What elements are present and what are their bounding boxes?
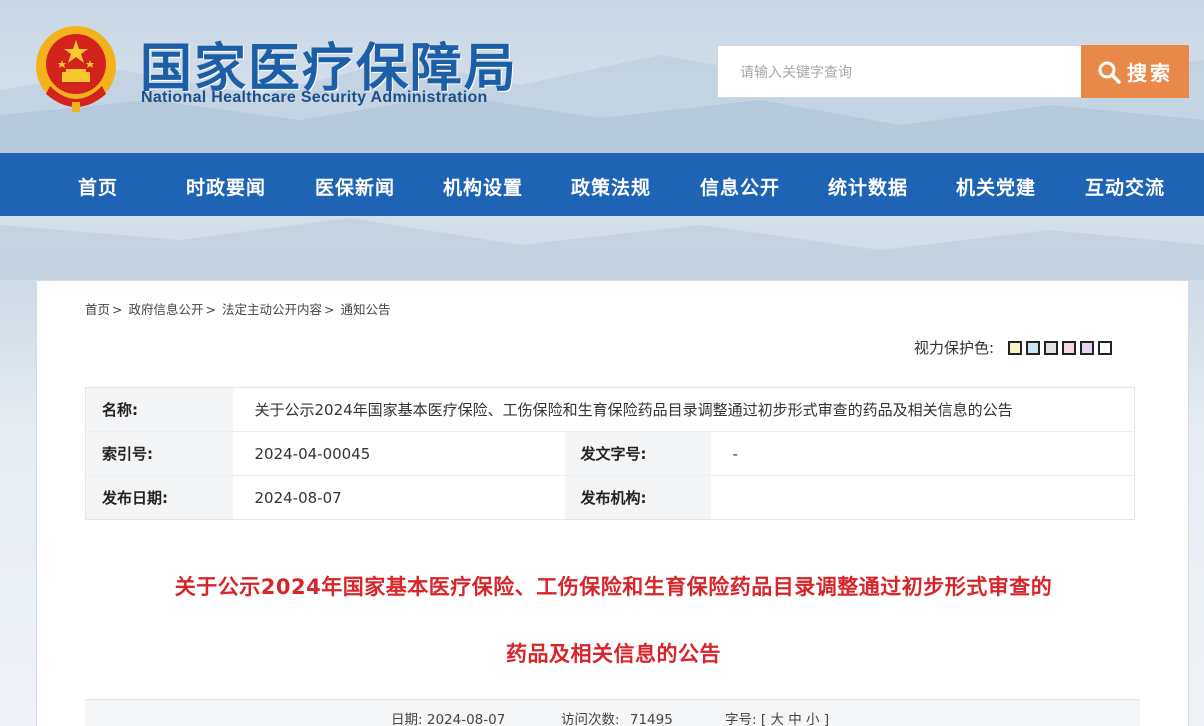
breadcrumb-separator: > <box>112 302 123 317</box>
site-subtitle: National Healthcare Security Administrat… <box>141 89 488 106</box>
swatch-blue[interactable] <box>1026 340 1041 355</box>
document-meta-table: 名称: 关于公示2024年国家基本医疗保险、工伤保险和生育保险药品目录调整通过初… <box>85 387 1135 520</box>
search-icon <box>1098 61 1121 84</box>
nav-item-statistics[interactable]: 统计数据 <box>828 173 908 200</box>
info-visits-value: 71495 <box>629 712 673 726</box>
meta-index-value: 2024-04-00045 <box>232 431 565 476</box>
swatch-gray[interactable] <box>1044 340 1059 355</box>
eye-protect-colors: 视力保护色: <box>914 337 1113 358</box>
breadcrumb-notices[interactable]: 通知公告 <box>340 302 390 317</box>
nav-item-organization[interactable]: 机构设置 <box>443 173 523 200</box>
font-size-medium[interactable]: 中 <box>788 712 802 726</box>
breadcrumb-separator: > <box>205 302 216 317</box>
breadcrumb-separator: > <box>323 302 335 317</box>
nav-item-news[interactable]: 医保新闻 <box>315 173 395 200</box>
info-date-value: 2024-08-07 <box>426 712 506 726</box>
national-emblem-icon <box>36 26 116 112</box>
search-input[interactable]: 请输入关键字查询 <box>717 45 1082 98</box>
meta-name-value: 关于公示2024年国家基本医疗保险、工伤保险和生育保险药品目录调整通过初步形式审… <box>232 387 1135 432</box>
info-font-size: 字号: [ 大 中 小 ] <box>725 708 829 726</box>
article-info-bar: 日期: 2024-08-07 访问次数: 71495 字号: [ 大 中 小 ] <box>85 699 1140 726</box>
font-size-bracket-close: ] <box>823 712 830 726</box>
swatch-white[interactable] <box>1098 340 1113 355</box>
swatch-pink[interactable] <box>1062 340 1077 355</box>
search-placeholder: 请输入关键字查询 <box>740 64 852 81</box>
font-size-large[interactable]: 大 <box>770 712 784 726</box>
nav-item-politics[interactable]: 时政要闻 <box>186 173 266 200</box>
content-panel: 首页 > 政府信息公开 > 法定主动公开内容 > 通知公告 视力保护色: 名称: 关于… <box>36 280 1189 726</box>
breadcrumb: 首页 > 政府信息公开 > 法定主动公开内容 > 通知公告 <box>85 299 390 318</box>
search-button-label: 搜索 <box>1127 61 1173 85</box>
font-size-small[interactable]: 小 <box>806 712 820 726</box>
breadcrumb-disclosure[interactable]: 政府信息公开 <box>128 302 203 317</box>
article-title-line2: 药品及相关信息的公告 <box>506 642 721 666</box>
site-header: 国家医疗保障局 National Healthcare Security Adm… <box>0 0 1204 153</box>
nav-item-interaction[interactable]: 互动交流 <box>1085 173 1165 200</box>
swatch-yellow[interactable] <box>1008 340 1023 355</box>
info-visits: 访问次数: 71495 <box>561 708 673 726</box>
meta-name-label: 名称: <box>85 387 233 432</box>
info-visits-label: 访问次数: <box>561 712 620 726</box>
meta-row-name: 名称: 关于公示2024年国家基本医疗保险、工伤保险和生育保险药品目录调整通过初… <box>85 387 1135 432</box>
meta-docno-label: 发文字号: <box>564 431 711 476</box>
meta-row-index: 索引号: 2024-04-00045 发文字号: - <box>85 431 1135 476</box>
meta-index-label: 索引号: <box>85 431 233 476</box>
breadcrumb-statutory[interactable]: 法定主动公开内容 <box>222 302 322 317</box>
breadcrumb-home[interactable]: 首页 <box>85 302 110 317</box>
info-date-label: 日期: <box>391 712 423 726</box>
font-size-bracket-open: [ <box>760 712 767 726</box>
nav-item-party[interactable]: 机关党建 <box>956 173 1036 200</box>
main-nav: 首页 时政要闻 医保新闻 机构设置 政策法规 信息公开 统计数据 机关党建 互动… <box>0 153 1204 216</box>
meta-docno-value: - <box>710 431 1135 476</box>
font-size-label: 字号: <box>725 712 757 726</box>
eye-protect-label: 视力保护色: <box>914 339 995 357</box>
meta-row-date: 发布日期: 2024-08-07 发布机构: <box>85 475 1135 520</box>
search-button[interactable]: 搜索 <box>1081 45 1189 98</box>
meta-date-label: 发布日期: <box>85 475 233 520</box>
meta-org-value <box>711 476 1135 520</box>
meta-date-value: 2024-08-07 <box>254 488 342 507</box>
nav-item-disclosure[interactable]: 信息公开 <box>700 173 780 200</box>
nav-item-home[interactable]: 首页 <box>78 173 118 200</box>
info-date: 日期: 2024-08-07 <box>391 708 505 726</box>
nav-item-policy[interactable]: 政策法规 <box>571 173 651 200</box>
swatch-purple[interactable] <box>1080 340 1095 355</box>
article-title-line1: 关于公示2024年国家基本医疗保险、工伤保险和生育保险药品目录调整通过初步形式审… <box>174 575 1053 599</box>
meta-org-label: 发布机构: <box>564 475 711 520</box>
